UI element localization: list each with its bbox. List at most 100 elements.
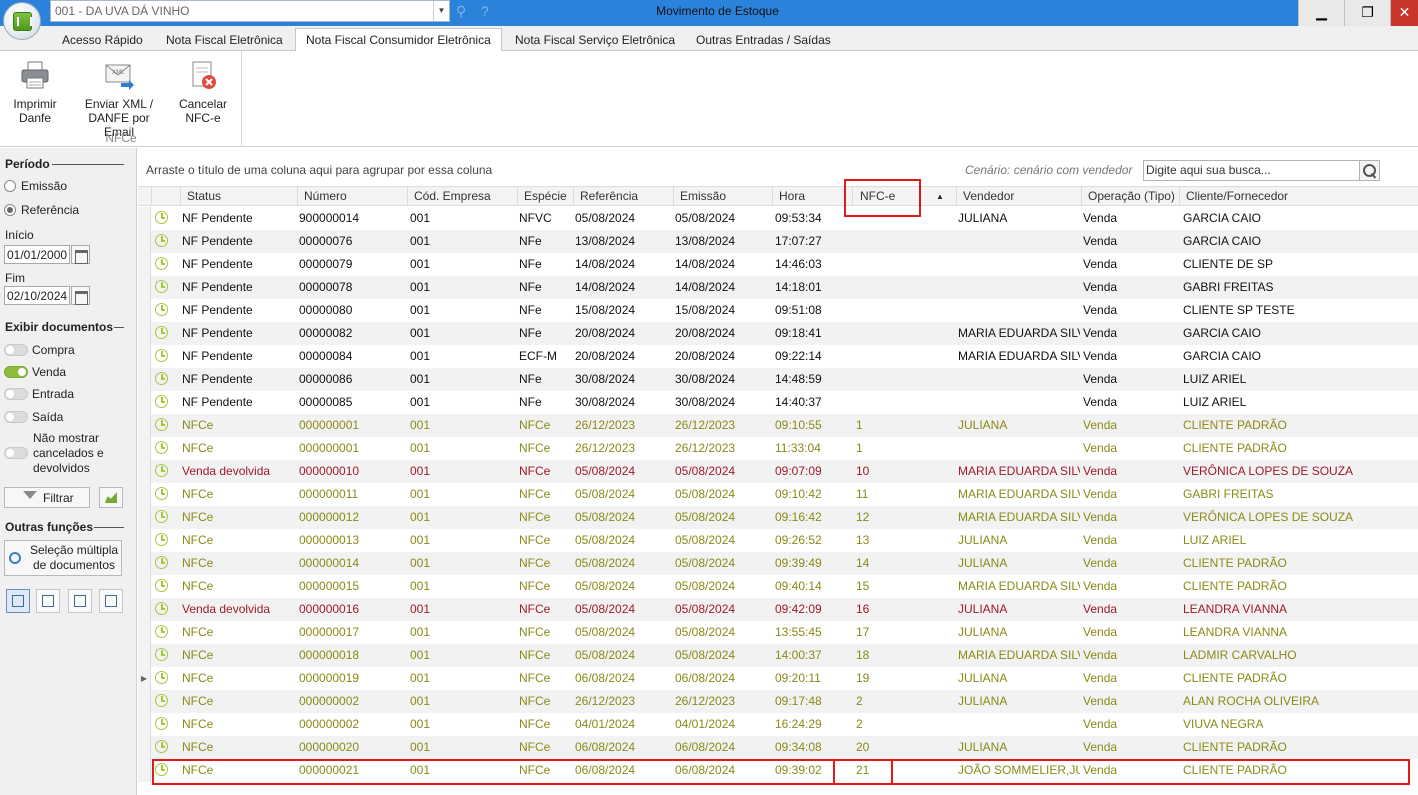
radio-referencia[interactable] (4, 204, 16, 216)
chevron-down-icon[interactable]: ▼ (433, 1, 449, 21)
toggle-nao-mostrar-cancelados[interactable] (4, 447, 28, 459)
minimize-button[interactable]: ▁ (1298, 0, 1344, 26)
tab-acesso-rapido[interactable]: Acesso Rápido (52, 29, 153, 51)
table-row[interactable]: NF Pendente 00000079 001 NFe 14/08/2024 14/08… (138, 253, 1418, 276)
row-indicator[interactable] (138, 253, 151, 276)
row-indicator[interactable] (138, 575, 151, 598)
imprimir-danfe-button[interactable]: Imprimir Danfe (8, 59, 62, 125)
row-indicator[interactable] (138, 759, 151, 782)
header-especie[interactable]: Espécie (517, 187, 573, 206)
row-indicator[interactable] (138, 552, 151, 575)
table-row[interactable]: Venda devolvida 000000010 001 NFCe 05/08/202… (138, 460, 1418, 483)
table-row[interactable]: NF Pendente 900000014 001 NFVC 05/08/2024 05/… (138, 207, 1418, 230)
row-indicator[interactable] (138, 207, 151, 230)
row-indicator[interactable]: ▶ (138, 667, 151, 690)
table-row[interactable]: NF Pendente 00000086 001 NFe 30/08/2024 30/08… (138, 368, 1418, 391)
export-button[interactable] (99, 487, 123, 508)
tab-nfce[interactable]: Nota Fiscal Consumidor Eletrônica (295, 28, 502, 52)
header-emissao[interactable]: Emissão (673, 187, 772, 206)
row-indicator[interactable] (138, 690, 151, 713)
table-row[interactable]: NFCe 000000017 001 NFCe 05/08/2024 05/08/2024… (138, 621, 1418, 644)
row-indicator[interactable] (138, 322, 151, 345)
toggle-venda[interactable] (4, 366, 28, 378)
tab-nota-fiscal-eletronica[interactable]: Nota Fiscal Eletrônica (156, 29, 293, 51)
especie-cell: NFe (519, 395, 542, 409)
tab-nota-fiscal-servico[interactable]: Nota Fiscal Serviço Eletrônica (505, 29, 685, 51)
table-row[interactable]: NF Pendente 00000085 001 NFe 30/08/2024 30/08… (138, 391, 1418, 414)
row-indicator[interactable] (138, 437, 151, 460)
header-operacao[interactable]: Operação (Tipo) (1081, 187, 1179, 206)
table-row[interactable]: NFCe 000000012 001 NFCe 05/08/2024 05/08/2024… (138, 506, 1418, 529)
toggle-entrada[interactable] (4, 388, 28, 400)
table-row[interactable]: NFCe 000000014 001 NFCe 05/08/2024 05/08/2024… (138, 552, 1418, 575)
row-indicator[interactable] (138, 414, 151, 437)
enviar-xml-email-button[interactable]: XML Enviar XML / DANFE por Email (72, 59, 166, 139)
table-row[interactable]: NFCe 000000001 001 NFCe 26/12/2023 26/12/2023… (138, 414, 1418, 437)
table-row[interactable]: NF Pendente 00000082 001 NFe 20/08/2024 20/08… (138, 322, 1418, 345)
tab-outras-entradas-saidas[interactable]: Outras Entradas / Saídas (686, 29, 841, 51)
inicio-date-field[interactable]: 01/01/2000 (4, 245, 70, 264)
table-row[interactable]: NFCe 000000020 001 NFCe 06/08/2024 06/08/2024… (138, 736, 1418, 759)
radio-emissao[interactable] (4, 180, 16, 192)
search-icon[interactable] (1359, 160, 1380, 181)
header-numero[interactable]: Número (297, 187, 407, 206)
restore-button[interactable]: ❐ (1344, 0, 1390, 26)
header-hora[interactable]: Hora (772, 187, 852, 206)
row-indicator[interactable] (138, 391, 151, 414)
view-mode-1-button[interactable] (6, 589, 30, 613)
fim-date-field[interactable]: 02/10/2024 (4, 286, 70, 305)
table-row[interactable]: NF Pendente 00000076 001 NFe 13/08/2024 13/08… (138, 230, 1418, 253)
search-icon[interactable]: ⚲ (456, 3, 466, 20)
row-indicator[interactable] (138, 483, 151, 506)
row-indicator[interactable] (138, 621, 151, 644)
search-input[interactable]: Digite aqui sua busca... (1143, 160, 1380, 181)
toggle-saida[interactable] (4, 411, 28, 423)
row-indicator[interactable] (138, 368, 151, 391)
header-status[interactable]: Status (180, 187, 297, 206)
clock-icon (155, 533, 168, 546)
table-row[interactable]: Venda devolvida 000000016 001 NFCe 05/08/202… (138, 598, 1418, 621)
row-indicator[interactable] (138, 736, 151, 759)
row-indicator[interactable] (138, 529, 151, 552)
header-cod-empresa[interactable]: Cód. Empresa (407, 187, 517, 206)
view-mode-2-button[interactable] (36, 589, 60, 613)
row-indicator[interactable] (138, 460, 151, 483)
row-indicator[interactable] (138, 644, 151, 667)
help-icon[interactable]: ? (481, 3, 489, 19)
header-vendedor[interactable]: Vendedor (956, 187, 1081, 206)
table-row[interactable]: NFCe 000000015 001 NFCe 05/08/2024 05/08/2024… (138, 575, 1418, 598)
company-select[interactable]: 001 - DA UVA DÁ VINHO ▼ (50, 0, 450, 22)
view-mode-3-button[interactable] (68, 589, 92, 613)
table-row[interactable]: ▶ NFCe 000000019 001 NFCe 06/08/2024 06/08/202… (138, 667, 1418, 690)
table-row[interactable]: NF Pendente 00000084 001 ECF-M 20/08/2024 20/… (138, 345, 1418, 368)
divider (114, 327, 124, 328)
row-indicator[interactable] (138, 299, 151, 322)
row-indicator[interactable] (138, 598, 151, 621)
header-referencia[interactable]: Referência (573, 187, 673, 206)
table-row[interactable]: NFCe 000000018 001 NFCe 05/08/2024 05/08/2024… (138, 644, 1418, 667)
app-menu-button[interactable] (3, 2, 41, 40)
row-indicator[interactable] (138, 506, 151, 529)
header-cliente-fornecedor[interactable]: Cliente/Fornecedor (1179, 187, 1418, 206)
table-row[interactable]: NFCe 000000002 001 NFCe 04/01/2024 04/01/2024… (138, 713, 1418, 736)
table-row[interactable]: NFCe 000000021 001 NFCe 06/08/2024 06/08/2024… (138, 759, 1418, 782)
table-row[interactable]: NF Pendente 00000080 001 NFe 15/08/2024 15/08… (138, 299, 1418, 322)
toggle-compra[interactable] (4, 344, 28, 356)
filtrar-button[interactable]: Filtrar (4, 487, 90, 508)
table-row[interactable]: NF Pendente 00000078 001 NFe 14/08/2024 14/08… (138, 276, 1418, 299)
cancelar-nfce-button[interactable]: Cancelar NFC-e (176, 59, 230, 125)
row-indicator[interactable] (138, 230, 151, 253)
view-mode-4-button[interactable] (99, 589, 123, 613)
row-indicator[interactable] (138, 345, 151, 368)
row-indicator[interactable] (138, 713, 151, 736)
calendar-icon[interactable] (71, 286, 90, 305)
selecao-multipla-button[interactable]: Seleção múltipla de documentos (4, 540, 122, 576)
table-row[interactable]: NFCe 000000002 001 NFCe 26/12/2023 26/12/2023… (138, 690, 1418, 713)
table-row[interactable]: NFCe 000000011 001 NFCe 05/08/2024 05/08/2024… (138, 483, 1418, 506)
table-row[interactable]: NFCe 000000013 001 NFCe 05/08/2024 05/08/2024… (138, 529, 1418, 552)
close-button[interactable]: ✕ (1390, 0, 1418, 26)
emissao-cell: 05/08/2024 (675, 510, 736, 524)
row-indicator[interactable] (138, 276, 151, 299)
calendar-icon[interactable] (71, 245, 90, 264)
table-row[interactable]: NFCe 000000001 001 NFCe 26/12/2023 26/12/2023… (138, 437, 1418, 460)
